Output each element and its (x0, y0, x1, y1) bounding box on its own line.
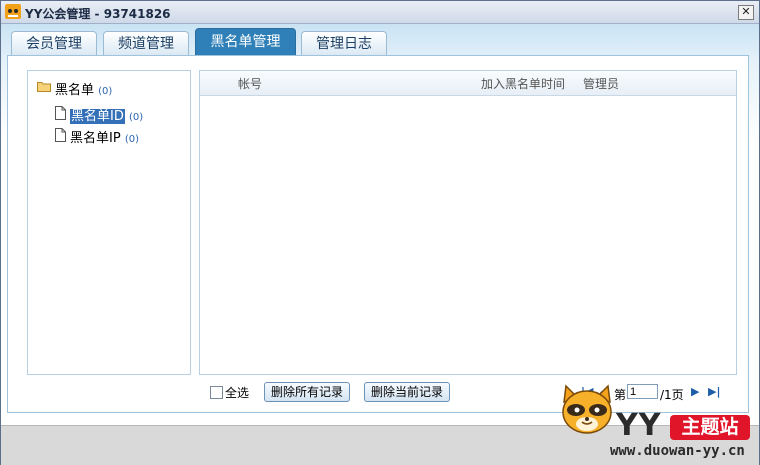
action-bar: 全选 删除所有记录 删除当前记录 |◀ ◀ 第 /1页 ▶ ▶| (1, 379, 759, 405)
page-number-input[interactable] (627, 384, 658, 399)
tab-management-log[interactable]: 管理日志 (301, 31, 387, 55)
delete-all-records-button[interactable]: 删除所有记录 (264, 382, 350, 402)
next-page-icon[interactable]: ▶ (691, 385, 699, 398)
last-page-icon[interactable]: ▶| (708, 385, 720, 398)
column-header-added-time[interactable]: 加入黑名单时间 (481, 75, 565, 92)
title-bar[interactable]: YY公会管理 - 93741826 ✕ (1, 1, 759, 24)
document-icon (55, 128, 66, 142)
column-header-account[interactable]: 帐号 (238, 75, 262, 92)
blacklist-tree: 黑名单 (0) 黑名单ID (0) 黑名单IP (0) (27, 70, 191, 375)
close-button[interactable]: ✕ (738, 5, 754, 20)
document-icon (55, 106, 66, 120)
tree-item-blacklist-id-count: (0) (129, 112, 144, 123)
window-title: YY公会管理 - 93741826 (25, 7, 171, 21)
tree-item-blacklist-id-label: 黑名单ID (0) (70, 105, 143, 124)
tree-root-count: (0) (98, 86, 113, 97)
column-header-admin[interactable]: 管理员 (583, 75, 619, 92)
table-body (200, 96, 736, 374)
tree-item-blacklist-id-text: 黑名单ID (70, 109, 125, 124)
window-body: 会员管理 频道管理 黑名单管理 管理日志 黑名单 (0) 黑名单ID (0) 黑… (1, 24, 759, 465)
tree-item-blacklist-ip-label: 黑名单IP (0) (70, 127, 139, 146)
tab-member-management[interactable]: 会员管理 (11, 31, 97, 55)
watermark-brand: YY (616, 408, 662, 443)
yy-app-icon (5, 4, 21, 19)
tree-root-text: 黑名单 (55, 83, 95, 98)
table-header: 帐号 加入黑名单时间 管理员 (200, 71, 736, 96)
blacklist-panel: 黑名单 (0) 黑名单ID (0) 黑名单IP (0) 帐号 加入黑名单时间 管… (7, 55, 749, 413)
tab-channel-management[interactable]: 频道管理 (103, 31, 189, 55)
tree-root-label: 黑名单 (0) (55, 79, 112, 98)
tab-blacklist-management[interactable]: 黑名单管理 (195, 28, 296, 57)
tree-item-blacklist-ip-text: 黑名单IP (70, 131, 121, 146)
delete-current-record-button[interactable]: 删除当前记录 (364, 382, 450, 402)
page-total: /1页 (660, 388, 684, 402)
tree-item-blacklist-ip-count: (0) (124, 134, 139, 145)
blacklist-table: 帐号 加入黑名单时间 管理员 (199, 70, 737, 375)
folder-icon (37, 82, 51, 92)
watermark-url: www.duowan-yy.cn (610, 443, 745, 459)
raccoon-mascot-icon (562, 384, 612, 434)
select-all-label[interactable]: 全选 (225, 384, 249, 401)
guild-manager-window: YY公会管理 - 93741826 ✕ 会员管理 频道管理 黑名单管理 管理日志… (0, 0, 760, 465)
watermark-badge: 主题站 (670, 415, 750, 440)
select-all-checkbox[interactable] (210, 386, 223, 399)
